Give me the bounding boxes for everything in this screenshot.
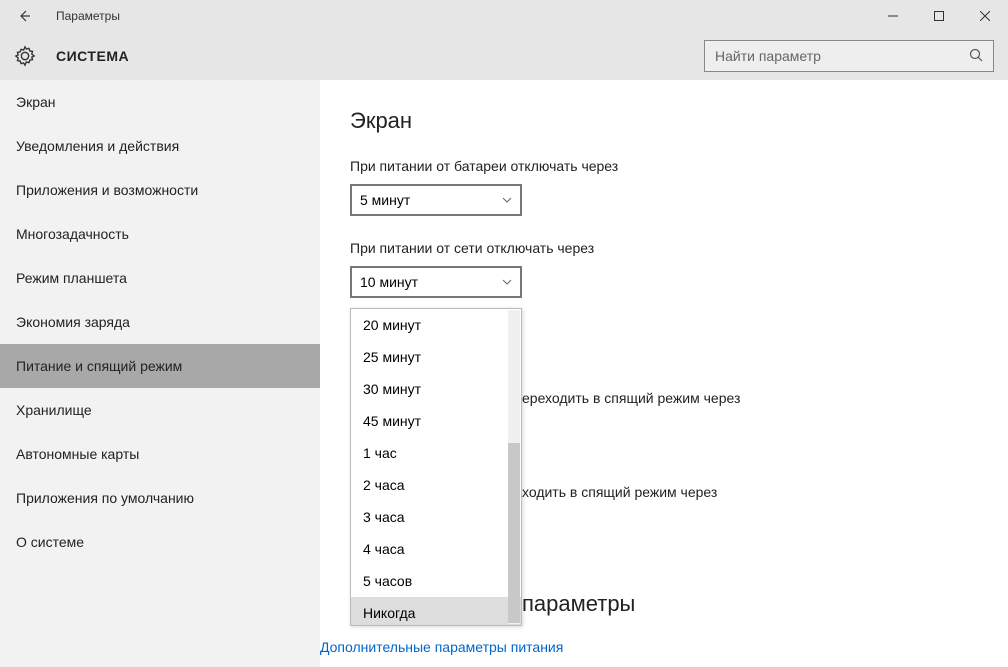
scrollbar-thumb[interactable] [508, 443, 520, 623]
main-panel: Экран При питании от батареи отключать ч… [320, 80, 1008, 667]
dropdown-option[interactable]: Никогда [351, 597, 521, 625]
window-title: Параметры [56, 9, 120, 23]
plugged-screen-off-value: 10 минут [360, 274, 418, 290]
header-title: СИСТЕМА [56, 48, 129, 64]
minimize-icon [888, 11, 898, 21]
minimize-button[interactable] [870, 0, 916, 32]
content-area: Экран Уведомления и действия Приложения … [0, 80, 1008, 667]
search-input[interactable]: Найти параметр [704, 40, 994, 72]
back-arrow-icon [17, 9, 31, 23]
sidebar-item-battery-saver[interactable]: Экономия заряда [0, 300, 320, 344]
dropdown-option[interactable]: 3 часа [351, 501, 521, 533]
back-button[interactable] [8, 0, 40, 32]
dropdown-option[interactable]: 20 минут [351, 309, 521, 341]
sidebar-item-multitasking[interactable]: Многозадачность [0, 212, 320, 256]
titlebar: Параметры [0, 0, 1008, 32]
plugged-screen-off-dropdown[interactable]: 10 минут [350, 266, 522, 298]
maximize-button[interactable] [916, 0, 962, 32]
sidebar-item-default-apps[interactable]: Приложения по умолчанию [0, 476, 320, 520]
dropdown-options-list: 20 минут 25 минут 30 минут 45 минут 1 ча… [351, 309, 521, 625]
chevron-down-icon [502, 195, 512, 206]
sidebar-item-offline-maps[interactable]: Автономные карты [0, 432, 320, 476]
header-row: СИСТЕМА Найти параметр [0, 32, 1008, 80]
sidebar-item-notifications[interactable]: Уведомления и действия [0, 124, 320, 168]
window-controls [870, 0, 1008, 32]
plugged-screen-off-label: При питании от сети отключать через [350, 240, 978, 256]
sidebar-item-apps[interactable]: Приложения и возможности [0, 168, 320, 212]
header-left: СИСТЕМА [14, 45, 129, 67]
sidebar-item-about[interactable]: О системе [0, 520, 320, 564]
search-icon [969, 48, 983, 65]
related-settings-heading-partial: параметры [522, 591, 635, 617]
maximize-icon [934, 11, 944, 21]
dropdown-option[interactable]: 2 часа [351, 469, 521, 501]
sidebar-item-power-sleep[interactable]: Питание и спящий режим [0, 344, 320, 388]
dropdown-option[interactable]: 5 часов [351, 565, 521, 597]
search-placeholder: Найти параметр [715, 48, 821, 64]
gear-icon [14, 45, 36, 67]
sidebar-item-display[interactable]: Экран [0, 80, 320, 124]
page-heading: Экран [350, 108, 978, 134]
scrollbar-track[interactable] [508, 310, 520, 624]
sidebar: Экран Уведомления и действия Приложения … [0, 80, 320, 667]
additional-power-settings-link[interactable]: Дополнительные параметры питания [320, 639, 563, 655]
dropdown-option[interactable]: 4 часа [351, 533, 521, 565]
dropdown-popup: 20 минут 25 минут 30 минут 45 минут 1 ча… [350, 308, 522, 626]
sidebar-item-storage[interactable]: Хранилище [0, 388, 320, 432]
sleep-plugged-label-partial: ходить в спящий режим через [522, 484, 717, 500]
dropdown-option[interactable]: 45 минут [351, 405, 521, 437]
battery-screen-off-value: 5 минут [360, 192, 410, 208]
dropdown-option[interactable]: 1 час [351, 437, 521, 469]
battery-screen-off-label: При питании от батареи отключать через [350, 158, 978, 174]
battery-screen-off-dropdown[interactable]: 5 минут [350, 184, 522, 216]
close-icon [980, 11, 990, 21]
close-button[interactable] [962, 0, 1008, 32]
dropdown-option[interactable]: 25 минут [351, 341, 521, 373]
sleep-battery-label-partial: ереходить в спящий режим через [522, 390, 740, 406]
chevron-down-icon [502, 277, 512, 288]
dropdown-option[interactable]: 30 минут [351, 373, 521, 405]
sidebar-item-tablet-mode[interactable]: Режим планшета [0, 256, 320, 300]
